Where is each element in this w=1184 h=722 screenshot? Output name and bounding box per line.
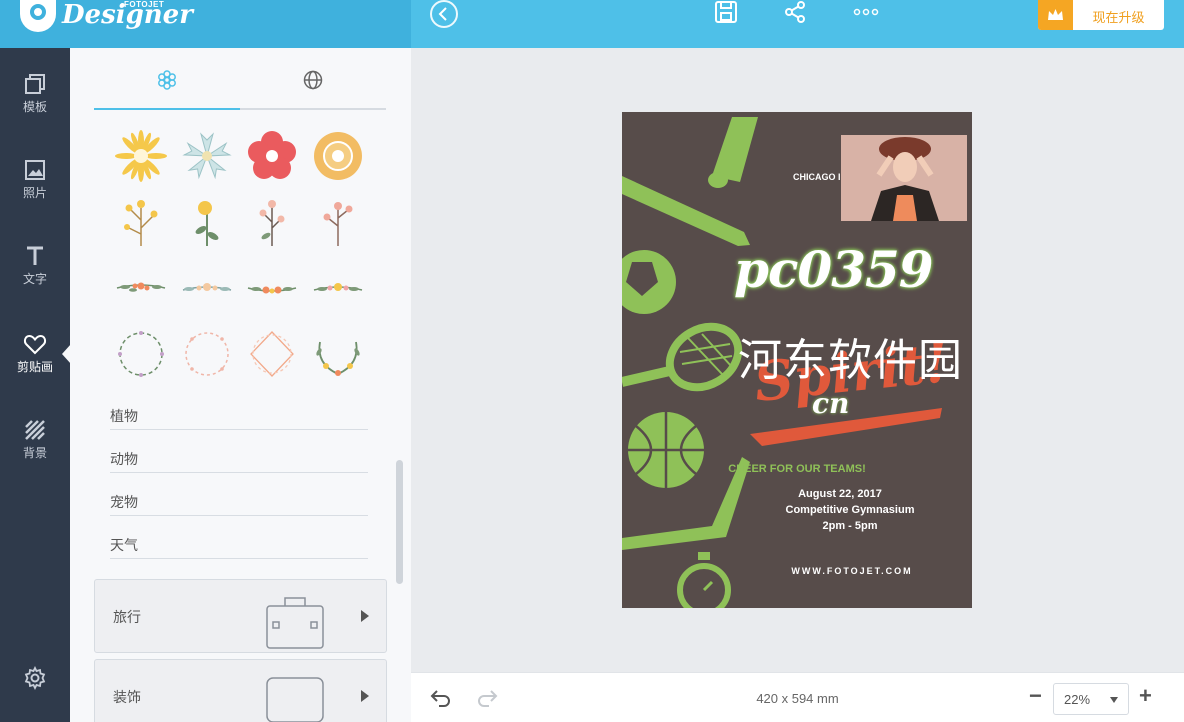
poster-date[interactable]: August 22, 2017 [740,488,940,500]
nav-label: 文字 [22,272,47,286]
suitcase-icon [266,597,324,649]
card-decoration[interactable]: 装饰 [94,659,387,722]
category-pets[interactable]: 宠物 [110,486,368,516]
garland-2-clipart[interactable] [179,260,235,316]
zoom-select[interactable]: 22% [1053,683,1129,715]
zoom-in-button[interactable]: + [1139,685,1152,707]
heart-icon [23,334,47,355]
garland-4-clipart[interactable] [310,260,366,316]
category-plants[interactable]: 植物 [110,400,368,430]
chevron-right-icon [361,690,369,702]
globe-icon [303,70,323,90]
sunflower-clipart[interactable] [113,128,169,184]
left-nav: 模板 照片 文字 剪贴画 背景 [0,48,70,722]
wreath-4-clipart[interactable] [310,326,366,382]
nav-label: 剪贴画 [16,360,53,374]
poster-sub-headline[interactable]: cn [812,387,849,420]
crown-icon [1038,0,1073,30]
poster-website[interactable]: WWW.FOTOJET.COM [702,566,972,576]
poster-venue[interactable]: Competitive Gymnasium [750,504,950,516]
wreath-1-clipart[interactable] [113,326,169,382]
pink-blossom-clipart[interactable] [310,194,366,250]
card-travel[interactable]: 旅行 [94,579,387,653]
nav-label: 模板 [22,100,47,114]
save-icon[interactable] [714,0,738,29]
logo-area: Designer FOTOJET [0,0,411,48]
design-canvas[interactable]: CHICAGO I Spirit! pc0359 河东软件园 cn CHEER … [622,112,972,608]
tab-online[interactable] [240,62,386,108]
back-icon[interactable] [430,0,458,28]
template-icon [25,74,45,94]
red-flower-clipart[interactable] [244,128,300,184]
pink-sprig-clipart[interactable] [244,194,300,250]
garland-1-clipart[interactable] [113,260,169,316]
poster-time[interactable]: 2pm - 5pm [750,520,950,532]
nav-item-clipart[interactable]: 剪贴画 [0,332,70,375]
zoom-value: 22% [1064,692,1091,707]
upgrade-label: 现在升级 [1092,10,1145,25]
gear-icon [24,666,46,690]
background-icon [25,420,45,440]
orange-flower-clipart[interactable] [310,128,366,184]
upgrade-button[interactable]: 现在升级 [1038,0,1164,30]
wreath-2-clipart[interactable] [179,326,235,382]
pale-blue-flower-clipart[interactable] [179,128,235,184]
clipart-panel: 植物 动物 宠物 天气 旅行 装饰 [70,48,411,722]
text-icon [27,246,43,265]
yellow-sprig-clipart[interactable] [113,194,169,250]
watermark-en: pc0359 [734,240,934,299]
chevron-down-icon [1110,697,1118,703]
bottom-bar: 420 x 594 mm − 22% + [411,672,1184,722]
yellow-bud-clipart[interactable] [179,194,235,250]
wreath-3-clipart[interactable] [244,326,300,382]
photo-icon [25,160,45,180]
chevron-right-icon [361,610,369,622]
nav-label: 背景 [22,446,47,460]
nav-item-template[interactable]: 模板 [0,72,70,115]
frame-icon [266,677,324,722]
card-label: 装饰 [113,689,141,705]
nav-label: 照片 [22,186,47,200]
card-label: 旅行 [113,609,141,625]
category-weather[interactable]: 天气 [110,529,368,559]
watermark-cn: 河东软件园 [738,335,963,386]
nav-item-photo[interactable]: 照片 [0,158,70,201]
portrait-photo[interactable] [841,135,967,221]
panel-scrollbar[interactable] [396,460,403,584]
poster-cheer[interactable]: CHEER FOR OUR TEAMS! [622,463,972,475]
logo-mark [20,0,56,32]
logo-subtext: FOTOJET [124,0,165,9]
garland-3-clipart[interactable] [244,260,300,316]
poster-city-text[interactable]: CHICAGO I [793,172,841,182]
share-icon[interactable] [783,0,807,29]
zoom-out-button[interactable]: − [1029,685,1042,707]
tab-local[interactable] [94,62,240,110]
nav-item-background[interactable]: 背景 [0,418,70,461]
settings-button[interactable] [0,666,70,692]
category-animals[interactable]: 动物 [110,443,368,473]
top-toolbar: Designer FOTOJET 现在升级 [0,0,1184,48]
panel-tabs [94,62,386,110]
nav-item-text[interactable]: 文字 [0,244,70,287]
more-icon[interactable] [853,0,879,29]
snowflake-icon [158,70,176,90]
